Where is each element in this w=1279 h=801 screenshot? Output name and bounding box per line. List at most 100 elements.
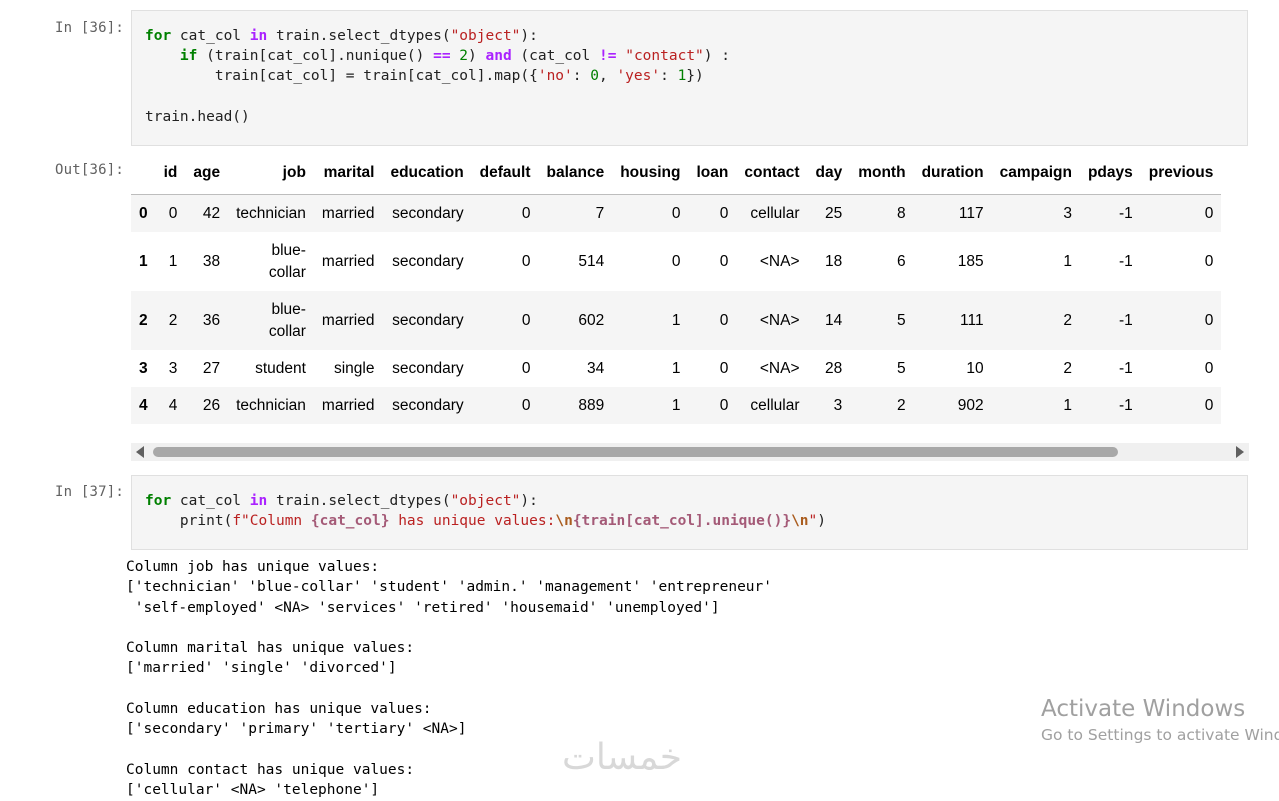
table-cell: secondary xyxy=(392,252,464,270)
input-prompt-36: In [36]: xyxy=(54,20,124,36)
column-header: loan xyxy=(688,152,737,195)
column-header: job xyxy=(228,152,314,195)
table-cell: 3 xyxy=(833,396,843,414)
table-cell: 0 xyxy=(521,311,531,329)
table-row: 0 0 42 technician married secondary 0 7 … xyxy=(131,194,1222,232)
code-editor-37[interactable]: for cat_col in train.select_dtypes("obje… xyxy=(132,476,1247,546)
keyword: in xyxy=(249,493,268,509)
table-cell: 2 xyxy=(1063,359,1072,377)
table-cell: 0 xyxy=(719,359,729,377)
table-cell: 2 xyxy=(1063,311,1072,329)
table-cell: 4 xyxy=(168,396,178,414)
code-text: cat_col xyxy=(171,493,250,509)
table-cell: 0 xyxy=(671,204,681,222)
keyword: and xyxy=(485,48,512,65)
scroll-left-arrow-icon[interactable] xyxy=(136,446,144,458)
table-cell: 0 xyxy=(1204,252,1214,270)
table-cell: 36 xyxy=(202,311,221,329)
table-cell: married xyxy=(321,311,375,329)
table-cell: 5 xyxy=(896,359,906,377)
column-header: balance xyxy=(538,152,613,195)
code-cell-36[interactable]: for cat_col in train.select_dtypes("obje… xyxy=(131,10,1248,146)
column-header: housing xyxy=(612,152,689,195)
table-cell: 34 xyxy=(586,359,605,377)
table-cell: 117 xyxy=(958,204,984,222)
activate-subtitle: Go to Settings to activate Windows. xyxy=(1041,726,1279,744)
code-editor-36[interactable]: for cat_col in train.select_dtypes("obje… xyxy=(132,11,1247,142)
column-header: contact xyxy=(736,152,808,195)
string-literal: " xyxy=(808,513,818,530)
dataframe-output: id age job marital education default bal… xyxy=(131,152,1249,439)
table-cell: -1 xyxy=(1118,396,1133,414)
operator: == xyxy=(433,48,451,65)
table-row: 4 4 26 technician married secondary 0 88… xyxy=(131,387,1222,424)
table-cell: secondary xyxy=(392,359,464,377)
table-cell: married xyxy=(321,396,375,414)
table-row: 3 3 27 student single secondary 0 34 1 0… xyxy=(131,350,1221,387)
activate-windows-watermark: Activate Windows Go to Settings to activ… xyxy=(1041,696,1279,744)
table-cell: -1 xyxy=(1118,252,1133,270)
table-cell: 1 xyxy=(1063,252,1072,270)
table-cell: 0 xyxy=(1204,396,1214,414)
column-header: campaign xyxy=(991,152,1080,195)
table-cell: 38 xyxy=(202,252,221,270)
table-cell: <NA> xyxy=(759,311,800,329)
table-cell: <NA> xyxy=(759,359,800,377)
string-literal: "contact" xyxy=(625,48,704,65)
table-cell: 3 xyxy=(1063,204,1072,222)
horizontal-scrollbar[interactable] xyxy=(131,443,1249,461)
table-row: 2 2 36 blue-collar married secondary 0 6… xyxy=(131,291,1222,350)
keyword: for xyxy=(145,493,172,509)
table-cell: 0 xyxy=(1204,204,1214,222)
table-cell: married xyxy=(321,252,375,270)
string-literal: "object" xyxy=(450,493,521,509)
code-text: (train[cat_col].nunique() xyxy=(197,48,434,65)
code-text: (cat_col xyxy=(511,48,600,65)
column-header: age xyxy=(185,152,229,195)
table-cell: married xyxy=(321,204,375,222)
code-text: : xyxy=(572,68,591,85)
string-literal: has unique values: xyxy=(389,513,556,530)
table-cell: 0 xyxy=(521,204,531,222)
row-index: 3 xyxy=(139,359,148,377)
code-text: ): xyxy=(520,28,538,44)
table-cell: 0 xyxy=(168,204,178,222)
column-header: id xyxy=(155,152,186,195)
table-cell: 0 xyxy=(1204,359,1214,377)
escape-sequence: \n xyxy=(791,513,809,530)
table-cell: 42 xyxy=(202,204,221,222)
fstring-expression: {cat_col} xyxy=(310,513,390,530)
code-text: train[cat_col] = train[cat_col].map({ xyxy=(145,68,538,85)
string-literal: 'no' xyxy=(537,68,573,85)
table-cell: 185 xyxy=(957,252,984,270)
table-cell: 0 xyxy=(719,252,729,270)
escape-sequence: \n xyxy=(555,513,573,530)
table-cell: <NA> xyxy=(759,252,800,270)
code-cell-37[interactable]: for cat_col in train.select_dtypes("obje… xyxy=(131,475,1248,550)
table-cell: 889 xyxy=(578,396,605,414)
column-header: marital xyxy=(313,152,383,195)
table-cell: blue-collar xyxy=(268,300,306,340)
table-cell: 5 xyxy=(896,311,906,329)
table-cell: 25 xyxy=(824,204,843,222)
scroll-right-arrow-icon[interactable] xyxy=(1236,446,1244,458)
table-cell: -1 xyxy=(1118,359,1133,377)
table-row: 1 1 38 blue-collar married secondary 0 5… xyxy=(131,232,1221,291)
column-header xyxy=(131,152,156,195)
code-text: ): xyxy=(520,493,538,509)
code-text: }) xyxy=(686,68,704,85)
fstring-expression: {train[cat_col].unique()} xyxy=(572,513,792,530)
column-header: duration xyxy=(913,152,992,195)
code-text: ) xyxy=(817,513,826,530)
row-index: 4 xyxy=(139,396,148,414)
table-cell: 14 xyxy=(824,311,843,329)
table-cell: 0 xyxy=(719,204,729,222)
table-cell: 6 xyxy=(896,252,906,270)
table-cell: technician xyxy=(236,396,306,414)
scrollbar-thumb[interactable] xyxy=(153,447,1118,457)
string-literal: "object" xyxy=(450,28,521,44)
number-literal: 2 xyxy=(459,48,469,65)
table-cell: -1 xyxy=(1118,311,1133,329)
